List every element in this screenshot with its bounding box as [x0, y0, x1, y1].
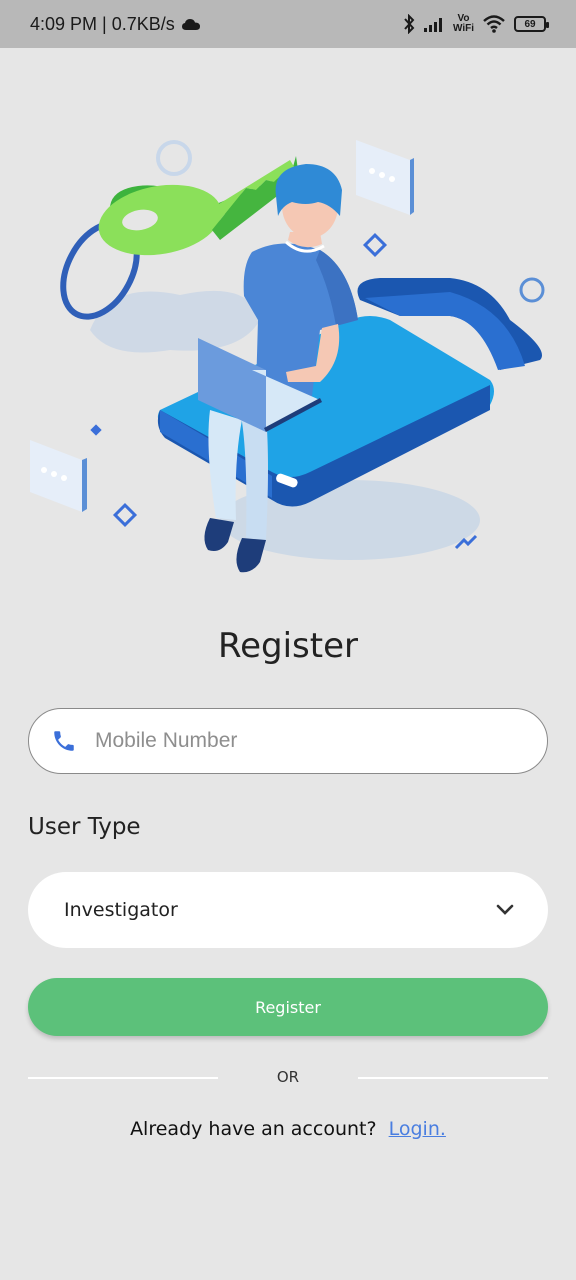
signal-icon	[423, 18, 442, 32]
status-right: Vo WiFi 69	[403, 14, 549, 34]
vowifi-indicator: Vo WiFi	[453, 14, 474, 34]
user-type-select[interactable]: Investigator	[28, 872, 548, 948]
status-left: 4:09 PM | 0.7KB/s	[30, 14, 201, 35]
divider-line-right	[358, 1077, 548, 1079]
wifi-icon	[483, 15, 505, 33]
register-button[interactable]: Register	[28, 978, 548, 1036]
user-type-selected-value: Investigator	[64, 899, 178, 921]
status-time-speed: 4:09 PM | 0.7KB/s	[30, 13, 175, 34]
login-prompt: Already have an account?	[130, 1118, 377, 1140]
vowifi-bottom: WiFi	[452, 23, 474, 34]
user-type-label: User Type	[28, 814, 141, 840]
mobile-number-field[interactable]	[28, 708, 548, 774]
status-bar: 4:09 PM | 0.7KB/s Vo WiFi 69	[0, 0, 576, 48]
login-link[interactable]: Login.	[389, 1118, 446, 1140]
page-title: Register	[218, 626, 358, 666]
chevron-down-icon	[496, 904, 514, 915]
or-divider: OR	[28, 1066, 548, 1090]
bluetooth-icon	[404, 14, 415, 34]
mobile-number-input[interactable]	[95, 729, 515, 753]
login-row: Already have an account? Login.	[0, 1118, 576, 1140]
phone-icon	[54, 731, 74, 751]
battery-level: 69	[524, 18, 536, 30]
cloud-icon	[181, 19, 200, 30]
battery-icon: 69	[514, 16, 549, 32]
security-illustration	[30, 140, 545, 573]
